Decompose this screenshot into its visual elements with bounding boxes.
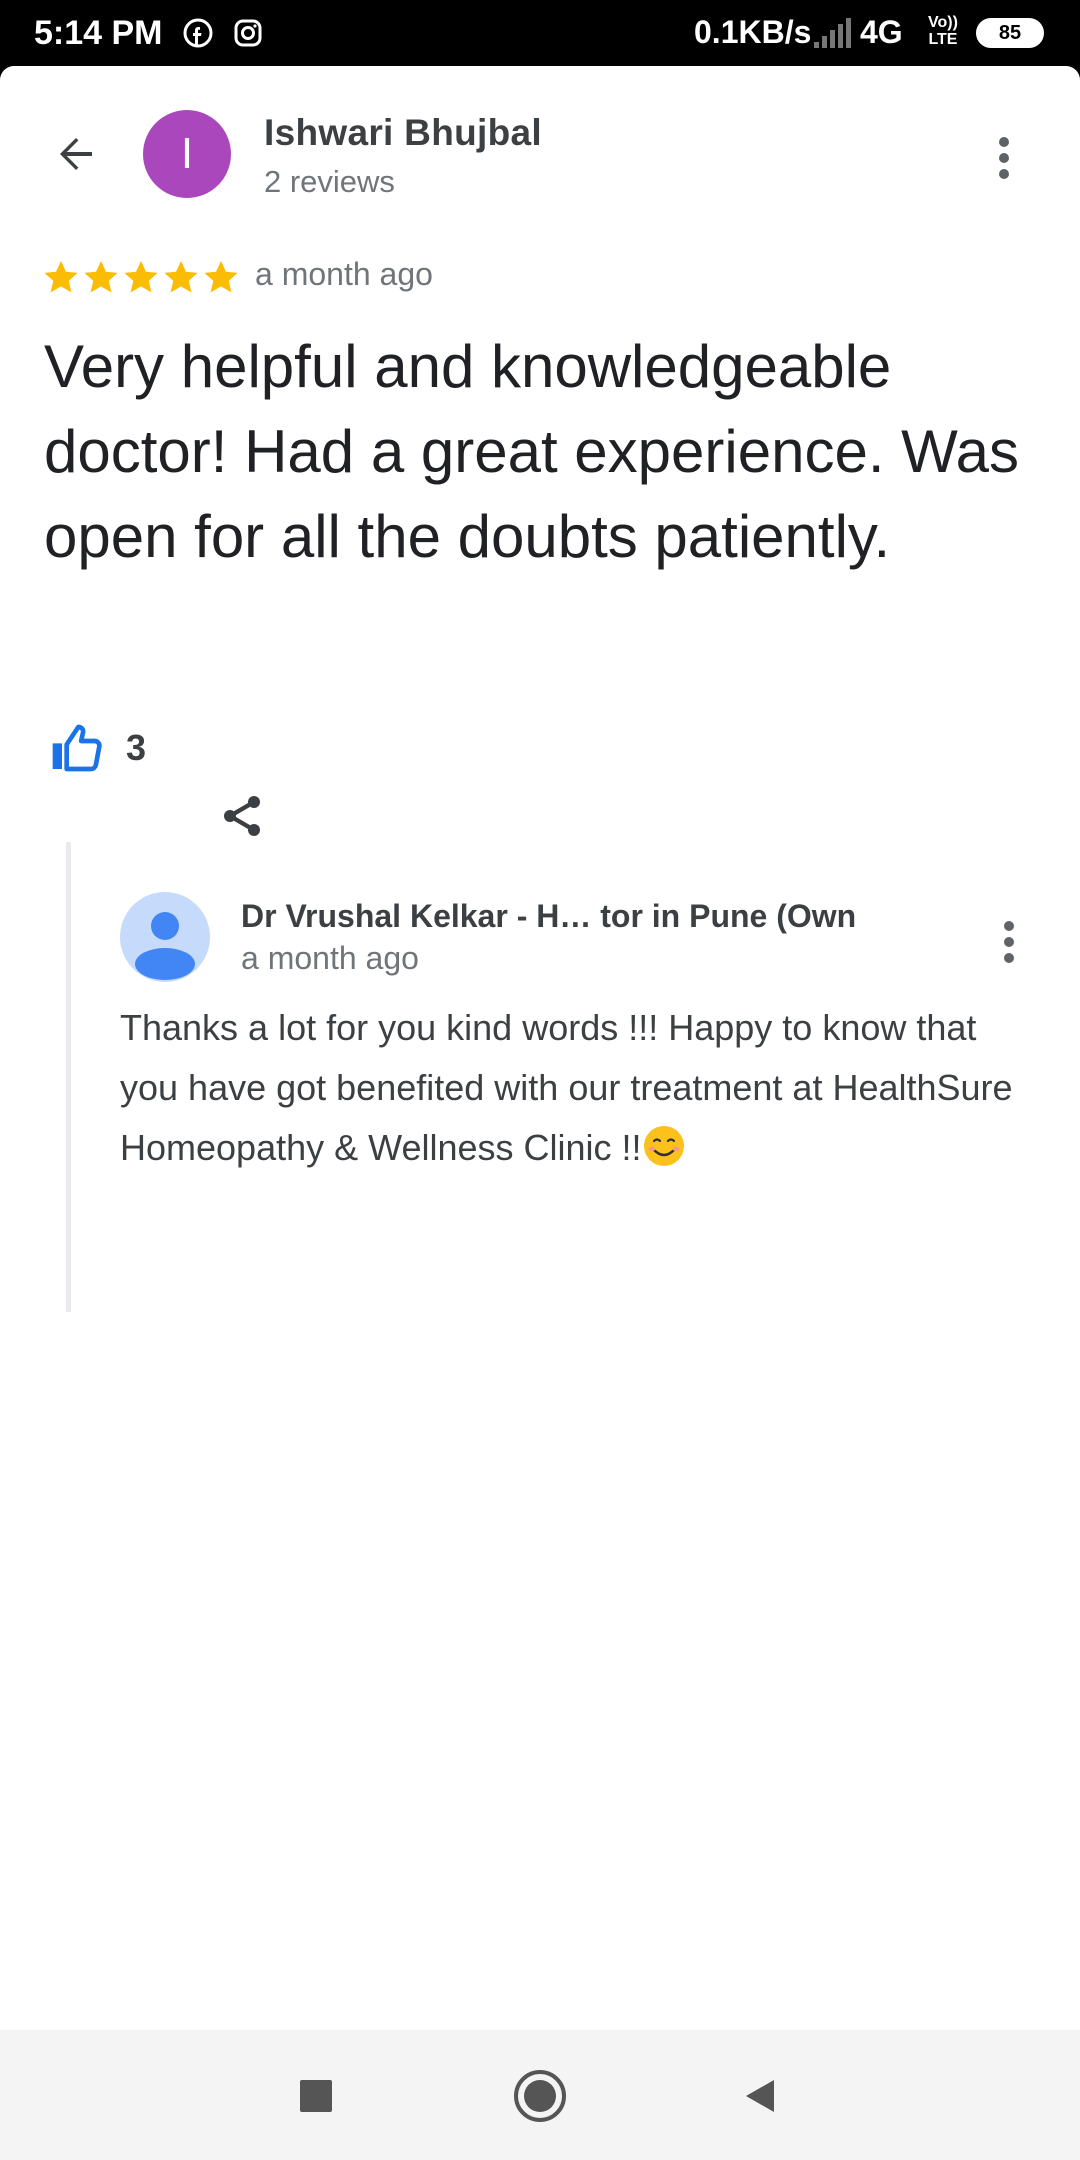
person-icon xyxy=(135,912,195,980)
owner-reply: Dr Vrushal Kelkar - H… tor in Pune (Own … xyxy=(66,842,1066,1312)
owner-name[interactable]: Dr Vrushal Kelkar - H… tor in Pune (Own xyxy=(241,898,915,935)
star-icon xyxy=(164,260,198,293)
smiling-face-emoji-icon xyxy=(643,1126,684,1166)
more-options-button[interactable] xyxy=(984,130,1024,186)
home-button[interactable] xyxy=(508,2064,572,2128)
reply-time: a month ago xyxy=(241,940,419,976)
star-rating xyxy=(42,258,240,296)
triangle-back-icon xyxy=(746,2080,774,2112)
square-icon xyxy=(300,2080,332,2112)
review-text: Very helpful and knowledgeable doctor! H… xyxy=(44,333,1019,570)
network-speed: 0.1KB/s xyxy=(694,14,812,50)
status-bar: 5:14 PM 0.1KB/s 4G Vo)) LTE 85 xyxy=(0,0,1080,66)
review-time: a month ago xyxy=(255,256,433,292)
volte-indicator: Vo)) LTE xyxy=(928,14,958,48)
star-icon xyxy=(204,260,238,293)
back-button[interactable] xyxy=(728,2064,792,2128)
back-arrow-button[interactable] xyxy=(44,122,108,186)
home-circle-icon xyxy=(514,2070,566,2122)
reviewer-review-count: 2 reviews xyxy=(264,164,395,199)
review-page: I Ishwari Bhujbal 2 reviews a month ago … xyxy=(0,66,1080,2030)
like-button[interactable]: 3 xyxy=(48,720,146,776)
star-icon xyxy=(124,260,158,293)
arrow-back-icon xyxy=(60,138,92,170)
facebook-icon xyxy=(183,18,213,48)
status-time: 5:14 PM xyxy=(34,14,163,52)
volte-top-label: Vo)) xyxy=(928,14,958,31)
reply-text: Thanks a lot for you kind words !!! Happ… xyxy=(120,1007,1013,1168)
owner-avatar[interactable] xyxy=(120,892,210,982)
like-count: 3 xyxy=(126,727,147,768)
reply-text-block: Thanks a lot for you kind words !!! Happ… xyxy=(120,998,1040,1178)
reviewer-name[interactable]: Ishwari Bhujbal xyxy=(264,112,542,154)
reply-more-options-button[interactable] xyxy=(989,914,1029,970)
signal-icon xyxy=(814,18,851,48)
star-icon xyxy=(84,260,118,293)
battery-icon: 85 xyxy=(976,18,1044,48)
star-icon xyxy=(44,260,78,293)
thumb-up-icon xyxy=(52,724,102,772)
more-vert-icon xyxy=(1004,921,1014,963)
more-vert-icon xyxy=(999,137,1009,179)
navigation-bar xyxy=(0,2030,1080,2160)
share-icon[interactable] xyxy=(218,792,266,840)
network-type: 4G xyxy=(860,14,903,50)
instagram-icon xyxy=(234,19,262,47)
reviewer-avatar[interactable]: I xyxy=(143,110,231,198)
volte-bottom-label: LTE xyxy=(928,31,958,48)
recents-button[interactable] xyxy=(284,2064,348,2128)
